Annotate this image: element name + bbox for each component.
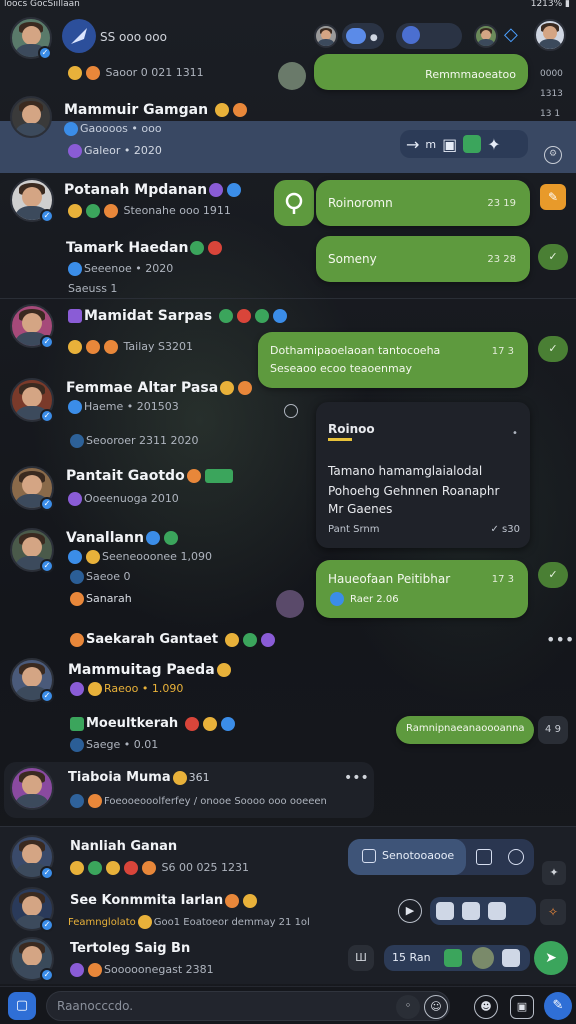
forward-icon[interactable]: 4 9: [538, 716, 568, 744]
media-pill[interactable]: 15 Ran: [384, 945, 530, 971]
verified-icon: ✓: [40, 918, 54, 932]
verified-icon: ✓: [40, 497, 54, 511]
verified-icon: ✓: [40, 209, 54, 223]
settings-icon[interactable]: ⚙: [544, 146, 562, 164]
action-pill[interactable]: Senotooaooe: [348, 839, 534, 875]
header-avatar-2[interactable]: [474, 24, 498, 48]
verified-icon: ✓: [40, 335, 54, 349]
mode-toggle[interactable]: ●: [342, 23, 384, 49]
check-icon[interactable]: ✓: [538, 562, 568, 588]
camera-icon[interactable]: ▣: [510, 995, 534, 1019]
list-item[interactable]: Tiaboia Muma 361 Foeooeooolferfey / onooe…: [4, 762, 374, 818]
attach-icon[interactable]: ▢: [8, 992, 36, 1020]
tool-icon[interactable]: ✧: [540, 899, 566, 925]
more-icon[interactable]: •: [512, 428, 518, 439]
message-bubble[interactable]: Remmmaoeatoo: [314, 54, 528, 90]
message-bubble[interactable]: Someny 23 28: [316, 236, 530, 282]
verified-icon: ✓: [40, 409, 54, 423]
diamond-icon[interactable]: ◇: [504, 24, 518, 45]
verified-icon: ✓: [40, 968, 54, 982]
input-bar: ▢ Raanocccdo. ◦ ☺ ☻ ▣ ✎: [0, 986, 576, 1024]
app-logo-icon[interactable]: [62, 19, 96, 53]
avatar[interactable]: [10, 96, 52, 138]
copy-icon[interactable]: [362, 849, 376, 863]
verified-icon: ✓: [38, 46, 52, 60]
verified-icon: ✓: [40, 689, 54, 703]
message-bubble[interactable]: Roinoromn 23 19: [316, 180, 530, 226]
header-avatar-1[interactable]: [314, 24, 338, 48]
partial-row[interactable]: Saoor 0 021 1311 Remmmaoeatoo 0000 1313 13…: [0, 54, 576, 119]
sticker-icon[interactable]: [462, 902, 480, 920]
message-bubble[interactable]: Haueofaan Peitibhar Raer 2.06 17 3: [316, 560, 528, 618]
more-icon[interactable]: •••: [344, 770, 369, 786]
plane-icon[interactable]: →: [406, 135, 419, 154]
emoji-icon[interactable]: [488, 902, 506, 920]
status-right: 1213% ▮: [530, 0, 570, 9]
list-item[interactable]: ✓ Pantait Gaotdo Ooeenuoga 2010: [0, 462, 310, 518]
gif-icon[interactable]: ◦: [396, 995, 420, 1019]
list-item[interactable]: ✓ Mamidat Sarpas Tailay S3201 Dothamipao…: [0, 302, 576, 388]
check-icon[interactable]: ✓: [538, 244, 568, 270]
check-icon[interactable]: ✓: [538, 336, 568, 362]
verified-icon: ✓: [40, 866, 54, 880]
reaction-icon[interactable]: ✎: [540, 184, 566, 210]
camera-icon[interactable]: ▣: [442, 135, 457, 154]
header-avatar-3[interactable]: [534, 19, 566, 51]
image-icon[interactable]: [476, 849, 492, 865]
send-icon[interactable]: ➤: [534, 941, 568, 975]
bottom-panel: ✓ Nanliah Ganan S6 00 025 1231 Senotooao…: [0, 826, 576, 984]
pinned-chat-content: Mammuir Gamgan Gaoooos • ooo Galeor • 20…: [0, 94, 576, 174]
avatar: [472, 947, 494, 969]
message-input[interactable]: Raanocccdo.: [46, 991, 450, 1021]
reply-icon[interactable]: [284, 404, 298, 418]
list-item[interactable]: Moeultkerah Saege • 0.01 Ramnipnaeanaooo…: [0, 714, 576, 758]
header-chip[interactable]: coma: [396, 23, 462, 69]
toggle-icon: [346, 27, 366, 44]
list-item[interactable]: ✓ Mammuitag Paeda Raeoo • 1.090: [0, 656, 576, 712]
avatar: [10, 766, 54, 810]
message-card[interactable]: Roinoo • Tamano hamamglaialodal Pohoehg …: [316, 402, 530, 548]
sticker-icon[interactable]: ☻: [474, 995, 498, 1019]
chat-name: Mammuir Gamgan: [64, 102, 249, 118]
check-icon[interactable]: [444, 949, 462, 967]
status-left: loocs GocSiillaan: [4, 0, 80, 9]
sparkle-icon[interactable]: ✦: [487, 135, 500, 154]
search-icon[interactable]: [274, 180, 314, 226]
quick-actions[interactable]: → m ▣ ✦: [400, 130, 528, 158]
message-bubble[interactable]: Ramnipnaeanaoooanna: [396, 716, 534, 744]
status-bar: loocs GocSiillaan 1213% ▮: [0, 0, 576, 10]
verified-icon: ✓: [40, 559, 54, 573]
check-icon[interactable]: [463, 135, 482, 153]
avatar: [276, 590, 304, 618]
list-item[interactable]: Tamark Haedan Seeenoe • 2020 Saeuss 1 So…: [0, 236, 576, 296]
list-item[interactable]: ✓ Vanallann Seeneooonee 1,090 Saeoe 0 Sa…: [0, 524, 310, 614]
tag-icon[interactable]: m: [425, 138, 436, 151]
list-item[interactable]: Saekarah Gantaet •••: [0, 628, 576, 654]
play-icon[interactable]: ▶: [398, 899, 422, 923]
list-icon[interactable]: Ш: [348, 945, 374, 971]
clock-icon[interactable]: [508, 849, 524, 865]
butterfly-icon: [402, 26, 420, 44]
sticker-icon[interactable]: [502, 949, 520, 967]
header-title: SS ooo ooo: [100, 30, 167, 44]
media-actions[interactable]: [430, 897, 536, 925]
list-item[interactable]: ✓ Potanah Mpdanan Steonahe ooo 1911 Roin…: [0, 176, 576, 232]
mic-icon[interactable]: ✎: [544, 992, 572, 1020]
gallery-icon[interactable]: [436, 902, 454, 920]
more-icon[interactable]: •••: [546, 630, 574, 649]
avatar: [278, 62, 306, 90]
pin-icon[interactable]: ✦: [542, 861, 566, 885]
emoji-icon[interactable]: ☺: [424, 995, 448, 1019]
